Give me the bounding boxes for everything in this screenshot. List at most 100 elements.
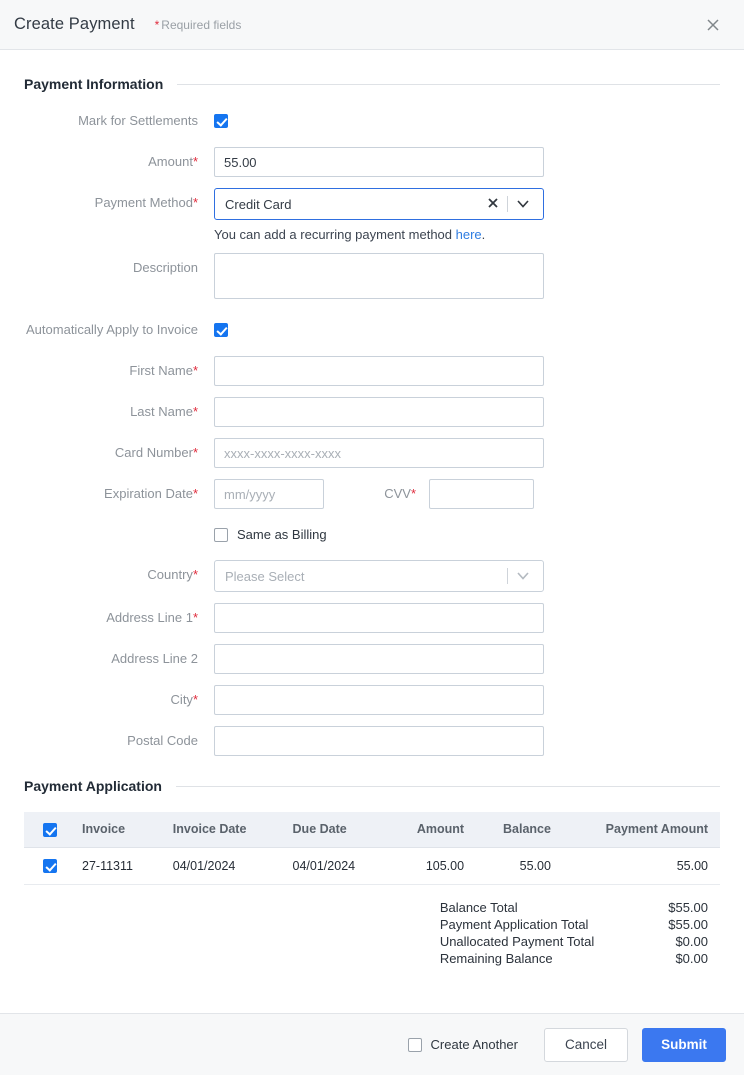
submit-button[interactable]: Submit [642, 1027, 726, 1062]
address-line-1-label: Address Line 1* [106, 610, 198, 625]
total-row-payment-application-total: Payment Application Total $55.00 [440, 916, 708, 933]
remaining-balance-value: $0.00 [675, 951, 708, 967]
total-row-balance-total: Balance Total $55.00 [440, 899, 708, 916]
field-expiration-and-cvv: Expiration Date* CVV* [24, 479, 720, 509]
table-header-row: Invoice Invoice Date Due Date Amount Bal… [24, 812, 720, 848]
clear-x-icon[interactable] [479, 197, 507, 212]
balance-total-label: Balance Total [439, 900, 518, 916]
amount-input[interactable] [214, 147, 544, 177]
auto-apply-checkbox[interactable] [214, 323, 228, 337]
section-payment-information-header: Payment Information [24, 76, 720, 92]
postal-code-input[interactable] [214, 726, 544, 756]
select-all-header [24, 812, 72, 848]
chevron-down-icon[interactable] [508, 200, 535, 208]
expiration-date-input[interactable] [214, 479, 324, 509]
column-invoice-date: Invoice Date [162, 812, 283, 848]
city-label: City* [170, 692, 198, 707]
cell-due-date: 04/01/2024 [282, 847, 389, 886]
section-payment-information-label: Payment Information [24, 76, 164, 92]
payment-application-total-label: Payment Application Total [439, 917, 589, 933]
cell-invoice: 27-11311 [72, 847, 163, 886]
payment-method-select[interactable]: Credit Card [214, 188, 544, 220]
row-select-checkbox[interactable] [43, 859, 57, 874]
required-asterisk: * [154, 17, 160, 32]
expiration-date-label: Expiration Date* [104, 486, 198, 501]
same-as-billing-label: Same as Billing [237, 527, 327, 542]
cancel-button[interactable]: Cancel [544, 1027, 628, 1062]
recurring-payment-hint: You can add a recurring payment method h… [214, 227, 720, 242]
postal-code-label: Postal Code [127, 733, 198, 748]
card-number-input[interactable] [214, 438, 544, 468]
totals-summary: Balance Total $55.00 Payment Application… [24, 899, 720, 967]
create-payment-modal: Create Payment * Required fields Payment … [0, 0, 744, 1075]
payment-method-label: Payment Method* [94, 195, 198, 210]
field-payment-method: Payment Method* Credit Card You can add … [24, 188, 720, 242]
same-as-billing-checkbox[interactable] [214, 527, 228, 542]
field-country: Country* Please Select [24, 560, 720, 592]
create-another-label: Create Another [430, 1037, 518, 1052]
mark-for-settlements-label: Mark for Settlements [78, 113, 198, 128]
modal-footer: Create Another Cancel Submit [0, 1013, 744, 1075]
cvv-input[interactable] [429, 479, 534, 509]
section-divider [175, 785, 720, 787]
cell-invoice-date: 04/01/2024 [162, 847, 283, 886]
field-last-name: Last Name* [24, 397, 720, 427]
address-line-1-input[interactable] [214, 603, 544, 633]
field-address-line-1: Address Line 1* [24, 603, 720, 633]
description-label: Description [132, 260, 198, 275]
total-row-unallocated-payment-total: Unallocated Payment Total $0.00 [440, 933, 708, 950]
column-invoice: Invoice [72, 812, 163, 848]
first-name-label: First Name* [129, 363, 198, 378]
create-another-checkbox[interactable] [407, 1037, 422, 1052]
column-amount: Amount [388, 812, 475, 848]
field-description: Description [24, 253, 720, 304]
section-payment-application-label: Payment Application [24, 778, 162, 794]
last-name-label: Last Name* [130, 404, 198, 419]
select-all-checkbox[interactable] [43, 822, 57, 837]
mark-for-settlements-checkbox[interactable] [214, 114, 228, 128]
address-line-2-label: Address Line 2 [111, 651, 198, 666]
description-textarea[interactable] [214, 253, 544, 299]
payment-application-total-value: $55.00 [668, 917, 708, 933]
first-name-input[interactable] [214, 356, 544, 386]
field-amount: Amount* [24, 147, 720, 177]
chevron-down-icon[interactable] [508, 572, 535, 580]
country-label: Country* [147, 567, 198, 582]
field-city: City* [24, 685, 720, 715]
balance-total-value: $55.00 [668, 900, 708, 916]
column-balance: Balance [474, 812, 561, 848]
country-value: Please Select [225, 568, 305, 584]
address-line-2-input[interactable] [214, 644, 544, 674]
field-postal-code: Postal Code [24, 726, 720, 756]
required-fields-label: Required fields [161, 17, 242, 32]
section-divider [177, 83, 720, 85]
column-due-date: Due Date [282, 812, 389, 848]
recurring-hint-text: You can add a recurring payment method [214, 227, 456, 242]
unallocated-payment-total-value: $0.00 [675, 934, 708, 950]
field-same-as-billing: Same as Billing [24, 523, 720, 554]
field-card-number: Card Number* [24, 438, 720, 468]
table-row: 27-11311 04/01/2024 04/01/2024 105.00 55… [24, 847, 720, 886]
amount-label: Amount* [148, 154, 198, 169]
close-icon[interactable] [700, 12, 726, 38]
cell-balance: 55.00 [474, 847, 561, 886]
last-name-input[interactable] [214, 397, 544, 427]
remaining-balance-label: Remaining Balance [439, 951, 553, 967]
row-select-cell [24, 847, 72, 886]
cell-amount: 105.00 [388, 847, 475, 886]
cell-payment-amount[interactable]: 55.00 [560, 847, 720, 886]
create-another-group: Create Another [407, 1037, 518, 1052]
modal-body: Payment Information Mark for Settlements… [0, 50, 744, 1013]
city-input[interactable] [214, 685, 544, 715]
field-first-name: First Name* [24, 356, 720, 386]
modal-titlebar: Create Payment * Required fields [0, 0, 744, 50]
section-payment-application-header: Payment Application [24, 778, 720, 794]
country-select[interactable]: Please Select [214, 560, 544, 592]
recurring-here-link[interactable]: here [456, 227, 482, 242]
field-mark-for-settlements: Mark for Settlements [24, 106, 720, 136]
payment-information-form: Mark for Settlements Amount* Payment Met… [24, 106, 720, 756]
required-fields-note: * Required fields [155, 18, 242, 32]
payment-method-value: Credit Card [225, 196, 292, 212]
payment-application-table: Invoice Invoice Date Due Date Amount Bal… [24, 812, 720, 886]
field-auto-apply-to-invoice: Automatically Apply to Invoice [24, 315, 720, 345]
